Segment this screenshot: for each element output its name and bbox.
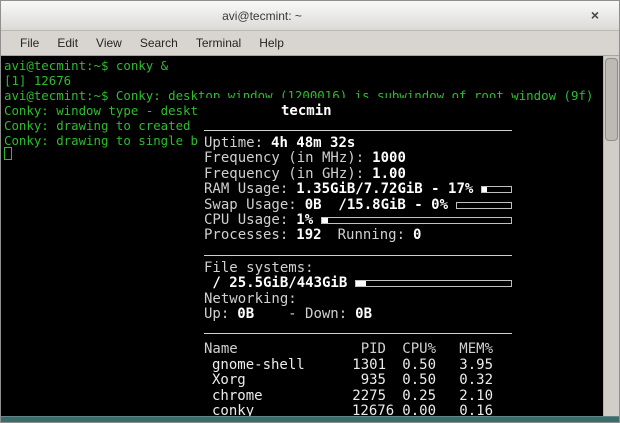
cpu-label: CPU Usage: xyxy=(204,213,288,228)
terminal-cursor xyxy=(4,147,12,160)
ram-row: RAM Usage: 1.35GiB/7.72GiB - 17% xyxy=(204,182,512,197)
scrollbar-track[interactable] xyxy=(603,56,619,417)
menu-edit[interactable]: Edit xyxy=(48,32,87,54)
process-table: Name PID CPU% MEM% gnome-shell 1301 0.50… xyxy=(204,342,512,420)
window-title: avi@tecmint: ~ xyxy=(1,9,523,23)
cpu-usage-bar xyxy=(321,217,512,224)
ram-usage-bar xyxy=(481,186,512,193)
divider xyxy=(204,333,512,334)
networking-heading: Networking: xyxy=(204,292,512,307)
title-bar[interactable]: avi@tecmint: ~ × xyxy=(1,1,619,31)
swap-usage-bar xyxy=(456,202,512,209)
up-value: 0B xyxy=(237,307,254,322)
ram-value: 1.35GiB/7.72GiB - 17% xyxy=(296,182,473,197)
processes-value: 192 xyxy=(296,228,321,243)
process-table-header: Name PID CPU% MEM% xyxy=(204,342,512,358)
cpu-row: CPU Usage: 1% xyxy=(204,213,512,228)
close-icon[interactable]: × xyxy=(591,7,599,23)
terminal-line: [1] 12676 xyxy=(4,73,603,88)
conky-hostname: tecmin xyxy=(281,104,512,119)
desktop-background-strip xyxy=(1,416,619,422)
filesystems-heading: File systems: xyxy=(204,261,512,276)
menu-view[interactable]: View xyxy=(87,32,131,54)
terminal-window: avi@tecmint: ~ × File Edit View Search T… xyxy=(0,0,620,423)
divider xyxy=(204,130,512,131)
processes-label: Processes: xyxy=(204,228,288,243)
process-row: chrome 2275 0.25 2.10 xyxy=(204,389,512,405)
menu-search[interactable]: Search xyxy=(131,32,187,54)
root-fs-row: / 25.5GiB/443GiB xyxy=(204,276,512,291)
freq-mhz-value: 1000 xyxy=(372,151,406,166)
freq-ghz-label: Frequency (in GHz): xyxy=(204,167,364,182)
divider xyxy=(204,255,512,256)
scrollbar-thumb[interactable] xyxy=(605,58,618,141)
root-fs-bar xyxy=(355,280,512,287)
menu-bar: File Edit View Search Terminal Help xyxy=(1,31,619,56)
menu-help[interactable]: Help xyxy=(250,32,293,54)
uptime-row: Uptime: 4h 48m 32s xyxy=(204,136,512,151)
freq-mhz-row: Frequency (in MHz): 1000 xyxy=(204,151,512,166)
down-label: - Down: xyxy=(288,307,347,322)
down-value: 0B xyxy=(355,307,372,322)
uptime-label: Uptime: xyxy=(204,136,263,151)
running-value: 0 xyxy=(413,228,421,243)
freq-mhz-label: Frequency (in MHz): xyxy=(204,151,364,166)
menu-terminal[interactable]: Terminal xyxy=(187,32,250,54)
ram-label: RAM Usage: xyxy=(204,182,288,197)
process-row: gnome-shell 1301 0.50 3.95 xyxy=(204,358,512,374)
network-updown-row: Up: 0B - Down: 0B xyxy=(204,307,512,322)
cpu-value: 1% xyxy=(296,213,313,228)
freq-ghz-value: 1.00 xyxy=(372,167,406,182)
process-row: Xorg 935 0.50 0.32 xyxy=(204,373,512,389)
running-label: Running: xyxy=(338,228,405,243)
uptime-value: 4h 48m 32s xyxy=(271,136,355,151)
swap-label: Swap Usage: xyxy=(204,198,297,213)
swap-value: 0B /15.8GiB - 0% xyxy=(305,198,448,213)
conky-monitor: tecmin Uptime: 4h 48m 32s Frequency (in M… xyxy=(201,98,514,421)
processes-row: Processes: 192 Running: 0 xyxy=(204,228,512,243)
swap-row: Swap Usage: 0B /15.8GiB - 0% xyxy=(204,198,512,213)
freq-ghz-row: Frequency (in GHz): 1.00 xyxy=(204,167,512,182)
terminal-line: avi@tecmint:~$ conky & xyxy=(4,58,603,73)
menu-file[interactable]: File xyxy=(11,32,48,54)
root-fs-value: / 25.5GiB/443GiB xyxy=(204,276,347,291)
up-label: Up: xyxy=(204,307,229,322)
